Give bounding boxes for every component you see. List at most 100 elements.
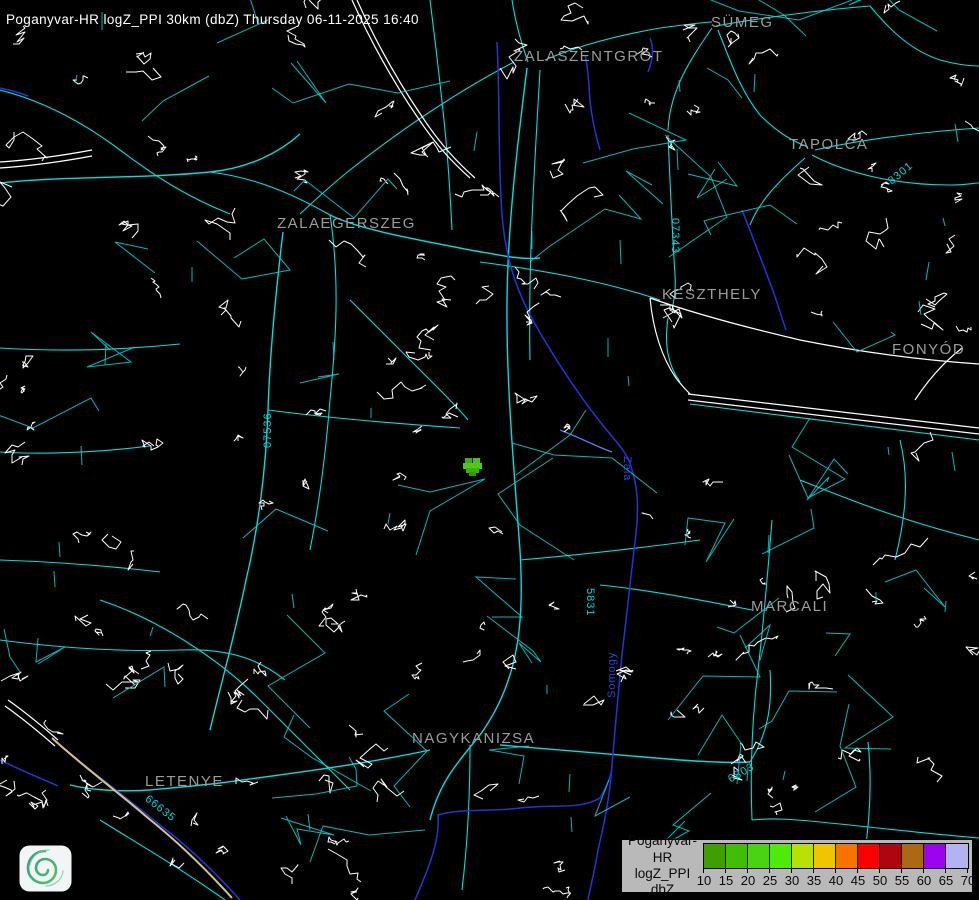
settlement-outline	[237, 690, 244, 698]
road-tick	[677, 149, 678, 170]
lake-south-shore-rail	[688, 394, 979, 428]
legend-tick-label: 60	[917, 873, 931, 888]
minor-road	[281, 816, 334, 845]
settlement-outline	[375, 101, 394, 117]
major-road	[718, 30, 808, 147]
settlement-outline	[219, 300, 241, 327]
settlement-outline	[868, 163, 876, 172]
settlement-outline	[141, 651, 151, 669]
major-road	[750, 158, 805, 225]
settlement-outline	[486, 188, 499, 197]
minor-road	[845, 675, 893, 749]
settlement-outline	[13, 26, 25, 44]
minor-road	[626, 171, 663, 204]
settlement-outline	[463, 650, 480, 662]
settlement-outline	[476, 286, 493, 304]
road-tick	[474, 132, 477, 151]
road-number-label: 07343	[669, 218, 681, 254]
legend-color-cell	[814, 844, 836, 868]
settlement-outline	[205, 208, 235, 240]
river-label-zala: Zala	[621, 456, 633, 481]
settlement-outline	[645, 99, 655, 105]
minor-road	[36, 638, 65, 664]
settlement-outline	[873, 538, 928, 565]
settlement-outline	[811, 311, 822, 316]
railway	[0, 150, 92, 162]
settlement-outline	[565, 99, 584, 113]
settlement-outline	[683, 25, 697, 42]
settlement-outline	[749, 49, 778, 64]
minor-road	[668, 635, 760, 720]
settlement-outline	[965, 121, 979, 133]
settlement-outline	[819, 222, 842, 230]
minor-road	[476, 577, 522, 617]
settlement-outline	[0, 780, 15, 796]
settlement-outline	[29, 800, 48, 809]
settlement-outline	[6, 132, 47, 161]
legend-tick-label: 30	[785, 873, 799, 888]
legend-tick-label: 35	[807, 873, 821, 888]
city-label-zalaszentgrot: ZALASZENTGRÓT	[514, 48, 664, 65]
major-road	[350, 300, 468, 420]
settlement-outline	[393, 473, 406, 480]
city-label-zalaegerszeg: ZALAEGERSZEG	[277, 215, 416, 232]
settlement-outline	[148, 136, 166, 156]
white-road	[5, 706, 55, 746]
settlement-outline	[969, 572, 977, 579]
settlement-outline	[306, 409, 326, 415]
settlement-outline	[549, 602, 559, 609]
legend-tick-labels: 10152025303540455055606570	[703, 869, 969, 889]
river-light	[560, 430, 612, 452]
major-road	[462, 745, 470, 890]
minor-road	[4, 629, 20, 672]
legend-tick-label: 20	[741, 873, 755, 888]
minor-road	[300, 374, 339, 383]
legend-tick-label: 55	[895, 873, 909, 888]
settlement-outline	[254, 662, 266, 676]
settlement-outline	[708, 651, 722, 657]
settlement-outline	[642, 513, 653, 519]
major-road	[100, 820, 225, 900]
road-tick	[54, 571, 55, 587]
settlement-outline	[191, 813, 198, 826]
settlement-outline	[113, 812, 129, 819]
road-number-label: 07536	[262, 412, 274, 448]
legend-tick-label: 50	[873, 873, 887, 888]
road-tick	[105, 344, 106, 365]
settlement-outline	[259, 500, 273, 510]
road-tick	[754, 74, 755, 92]
settlement-outline	[238, 367, 246, 376]
settlement-outline	[412, 663, 422, 679]
legend-title: Poganyvar-HR logZ_PPI dbZ	[624, 833, 701, 899]
city-label-marcali: MARCALI	[751, 598, 828, 615]
settlement-outline	[797, 248, 827, 274]
road-tick	[945, 601, 946, 612]
settlement-outline	[75, 615, 91, 626]
cyclone-spiral-icon	[19, 845, 72, 892]
legend-product: logZ_PPI	[624, 866, 701, 882]
legend-panel: Poganyvar-HR logZ_PPI dbZ 10152025303540…	[621, 839, 973, 893]
legend-color-cell	[704, 844, 726, 868]
settlement-outline	[966, 647, 979, 655]
settlement-outline	[768, 787, 773, 798]
settlement-outline	[950, 75, 964, 86]
major-road	[0, 134, 300, 183]
minor-road	[583, 113, 686, 163]
major-road	[870, 6, 979, 66]
railways-and-shores	[0, 0, 979, 746]
major-road	[751, 520, 772, 820]
settlement-outline	[73, 532, 91, 543]
minor-road	[487, 616, 541, 663]
settlement-outline	[406, 352, 432, 360]
settlement-outline	[44, 720, 63, 734]
river	[742, 210, 786, 330]
legend-tick-label: 25	[763, 873, 777, 888]
road-tick	[952, 452, 955, 471]
settlement-outline	[703, 479, 723, 486]
settlement-outline	[413, 426, 422, 433]
settlement-outline	[564, 424, 570, 432]
legend-tick-label: 10	[697, 873, 711, 888]
major-roads	[0, 0, 979, 900]
river	[0, 88, 28, 96]
settlement-outline	[956, 326, 971, 332]
